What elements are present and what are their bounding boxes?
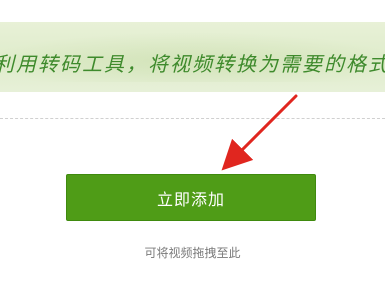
drop-hint-text: 可将视频拖拽至此 [144, 246, 241, 260]
add-now-button[interactable]: 立即添加 [66, 174, 316, 221]
upload-page: 利用转码工具，将视频转换为需要的格式 立即添加 可将视频拖拽至此 [0, 0, 385, 285]
add-now-button-label: 立即添加 [156, 189, 225, 209]
banner-text: 利用转码工具，将视频转换为需要的格式 [0, 52, 385, 76]
instruction-banner: 利用转码工具，将视频转换为需要的格式 [0, 22, 385, 92]
dashed-divider [0, 118, 385, 119]
